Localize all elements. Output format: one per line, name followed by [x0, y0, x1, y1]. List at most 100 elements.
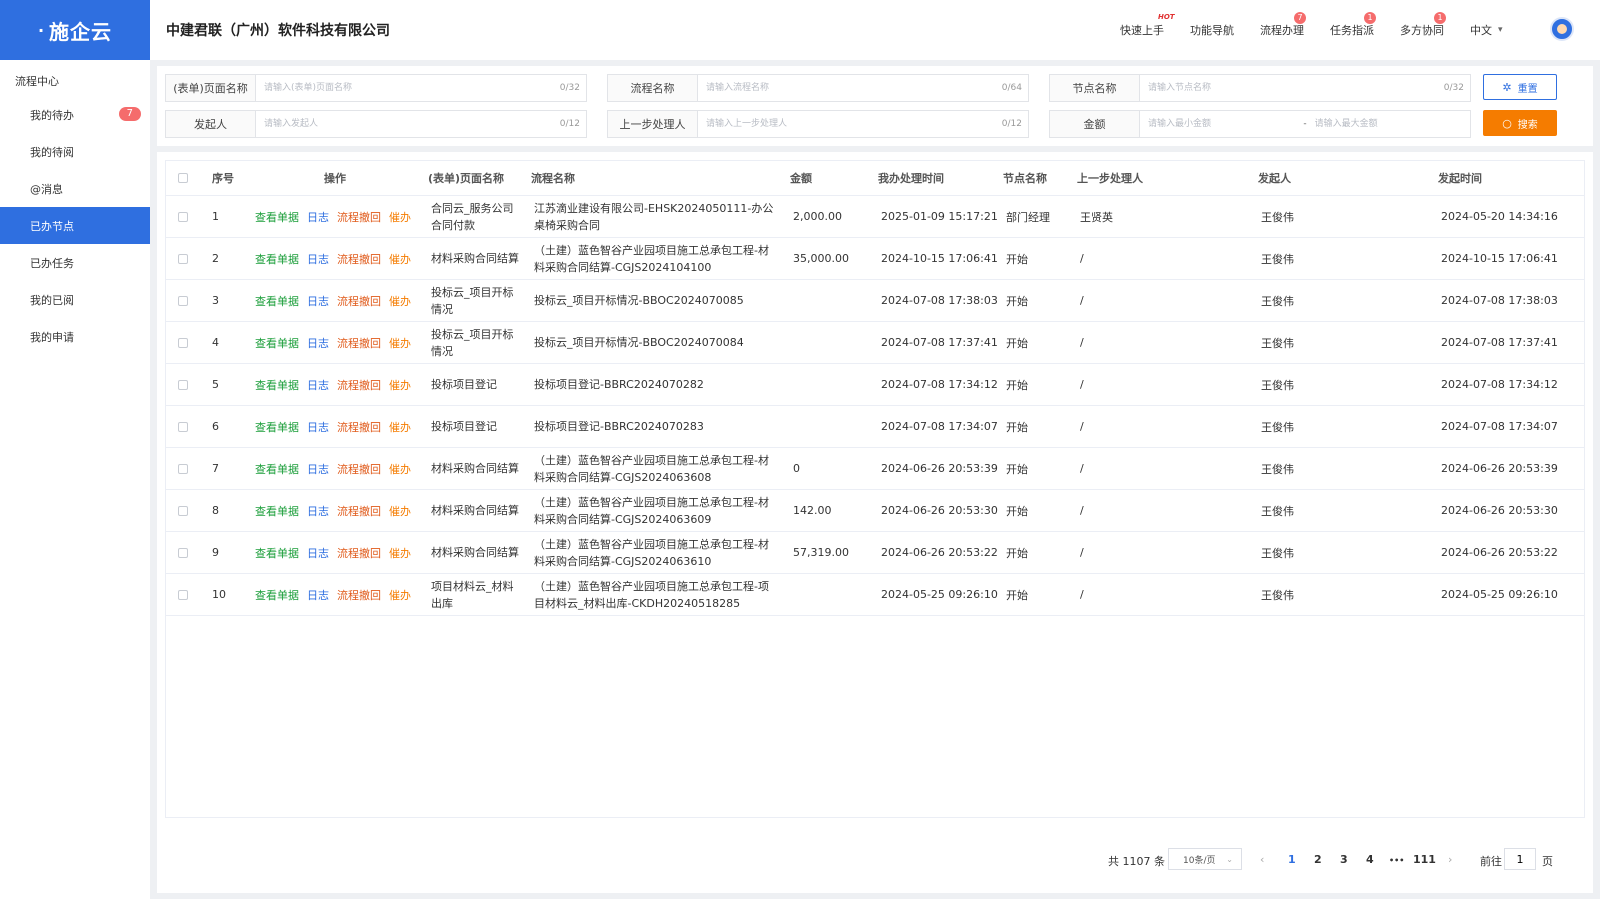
- sidebar-item-done-tasks[interactable]: 已办任务: [0, 244, 150, 281]
- form-name-input[interactable]: [256, 75, 560, 101]
- cell-node: 开始: [1006, 546, 1028, 560]
- cell-index: 1: [212, 210, 219, 223]
- revoke-flow-link[interactable]: 流程撤回: [337, 335, 381, 351]
- amount-min-input[interactable]: [1140, 111, 1304, 137]
- log-link[interactable]: 日志: [307, 503, 329, 519]
- row-checkbox[interactable]: [178, 379, 188, 390]
- urge-link[interactable]: 催办: [389, 251, 411, 267]
- logo[interactable]: · 施企云: [0, 0, 150, 60]
- node-name-count: 0/32: [1443, 83, 1464, 93]
- log-link[interactable]: 日志: [307, 377, 329, 393]
- cell-form: 材料采购合同结算: [431, 252, 519, 265]
- row-checkbox[interactable]: [178, 589, 188, 600]
- urge-link[interactable]: 催办: [389, 335, 411, 351]
- urge-link[interactable]: 催办: [389, 377, 411, 393]
- revoke-flow-link[interactable]: 流程撤回: [337, 251, 381, 267]
- view-document-link[interactable]: 查看单据: [255, 587, 299, 603]
- avatar[interactable]: [1550, 17, 1574, 41]
- language-select[interactable]: 中文 ▾: [1470, 0, 1503, 60]
- revoke-flow-link[interactable]: 流程撤回: [337, 587, 381, 603]
- view-document-link[interactable]: 查看单据: [255, 335, 299, 351]
- sidebar-item-my-applications[interactable]: 我的申请: [0, 318, 150, 355]
- sidebar-item-toread[interactable]: 我的待阅: [0, 133, 150, 170]
- log-link[interactable]: 日志: [307, 251, 329, 267]
- row-checkbox[interactable]: [178, 547, 188, 558]
- revoke-flow-link[interactable]: 流程撤回: [337, 503, 381, 519]
- page-2[interactable]: 2: [1314, 853, 1322, 866]
- view-document-link[interactable]: 查看单据: [255, 503, 299, 519]
- row-checkbox[interactable]: [178, 421, 188, 432]
- search-label: 搜索: [1517, 119, 1538, 131]
- table-row: 查看单据 日志 流程撤回 催办 8 材料采购合同结算 （土建）蓝色智谷产业园项目施工总承包工…: [166, 490, 1584, 532]
- row-checkbox[interactable]: [178, 253, 188, 264]
- urge-link[interactable]: 催办: [389, 293, 411, 309]
- nav-task-assign[interactable]: 任务指派 1: [1330, 0, 1376, 60]
- nav-collaboration[interactable]: 多方协同 1: [1400, 0, 1446, 60]
- row-checkbox[interactable]: [178, 337, 188, 348]
- sidebar-item-read[interactable]: 我的已阅: [0, 281, 150, 318]
- nav-function-guide[interactable]: 功能导航: [1190, 0, 1234, 60]
- nav-process[interactable]: 流程办理 7: [1260, 0, 1306, 60]
- log-link[interactable]: 日志: [307, 293, 329, 309]
- page-4[interactable]: 4: [1366, 853, 1374, 866]
- view-document-link[interactable]: 查看单据: [255, 377, 299, 393]
- page-ellipsis[interactable]: •••: [1389, 856, 1404, 865]
- row-checkbox[interactable]: [178, 463, 188, 474]
- urge-link[interactable]: 催办: [389, 545, 411, 561]
- log-link[interactable]: 日志: [307, 335, 329, 351]
- nav-quickstart[interactable]: 快速上手 HOT: [1120, 0, 1175, 60]
- col-form: (表单)页面名称: [428, 172, 505, 185]
- view-document-link[interactable]: 查看单据: [255, 209, 299, 225]
- revoke-flow-link[interactable]: 流程撤回: [337, 209, 381, 225]
- sidebar-item-messages[interactable]: @消息: [0, 170, 150, 207]
- page-size-select[interactable]: 10条/页 ⌄: [1168, 848, 1242, 870]
- revoke-flow-link[interactable]: 流程撤回: [337, 293, 381, 309]
- urge-link[interactable]: 催办: [389, 503, 411, 519]
- urge-link[interactable]: 催办: [389, 209, 411, 225]
- row-checkbox[interactable]: [178, 505, 188, 516]
- amount-max-input[interactable]: [1306, 111, 1470, 137]
- log-link[interactable]: 日志: [307, 461, 329, 477]
- initiator-input[interactable]: [256, 111, 560, 137]
- row-checkbox[interactable]: [178, 211, 188, 222]
- page-3[interactable]: 3: [1340, 853, 1348, 866]
- revoke-flow-link[interactable]: 流程撤回: [337, 461, 381, 477]
- view-document-link[interactable]: 查看单据: [255, 461, 299, 477]
- revoke-flow-link[interactable]: 流程撤回: [337, 419, 381, 435]
- view-document-link[interactable]: 查看单据: [255, 545, 299, 561]
- select-all-checkbox[interactable]: [178, 173, 188, 183]
- view-document-link[interactable]: 查看单据: [255, 419, 299, 435]
- flow-name-input[interactable]: [698, 75, 1002, 101]
- prev-page-icon[interactable]: ‹: [1260, 853, 1264, 866]
- nav-label: 多方协同: [1400, 24, 1444, 37]
- cell-flow: （土建）蓝色智谷产业园项目施工总承包工程-材料采购合同结算-CGJS202410…: [534, 243, 769, 274]
- log-link[interactable]: 日志: [307, 209, 329, 225]
- page-111[interactable]: 111: [1413, 853, 1436, 866]
- cell-index: 10: [212, 588, 226, 601]
- next-page-icon[interactable]: ›: [1448, 853, 1452, 866]
- log-link[interactable]: 日志: [307, 545, 329, 561]
- view-document-link[interactable]: 查看单据: [255, 251, 299, 267]
- row-actions: 查看单据 日志 流程撤回 催办: [255, 406, 419, 447]
- urge-link[interactable]: 催办: [389, 587, 411, 603]
- sidebar-item-todo[interactable]: 我的待办 7: [0, 96, 150, 133]
- node-name-input[interactable]: [1140, 75, 1444, 101]
- sidebar-item-done-nodes[interactable]: 已办节点: [0, 207, 150, 244]
- cell-start: 2024-07-08 17:34:07: [1441, 420, 1558, 433]
- revoke-flow-link[interactable]: 流程撤回: [337, 545, 381, 561]
- log-link[interactable]: 日志: [307, 419, 329, 435]
- search-button[interactable]: ○ 搜索: [1483, 110, 1557, 136]
- row-checkbox[interactable]: [178, 295, 188, 306]
- page-1[interactable]: 1: [1288, 853, 1296, 866]
- prev-handler-input[interactable]: [698, 111, 1002, 137]
- cell-node: 开始: [1006, 336, 1028, 350]
- goto-page-input[interactable]: [1504, 848, 1536, 870]
- cell-prev: /: [1080, 378, 1084, 391]
- done-nodes-table: 序号 操作 (表单)页面名称 流程名称 金额 我办处理时间 节点名称 上一步处理…: [165, 160, 1585, 818]
- reset-button[interactable]: ✲ 重置: [1483, 74, 1557, 100]
- urge-link[interactable]: 催办: [389, 419, 411, 435]
- urge-link[interactable]: 催办: [389, 461, 411, 477]
- log-link[interactable]: 日志: [307, 587, 329, 603]
- revoke-flow-link[interactable]: 流程撤回: [337, 377, 381, 393]
- view-document-link[interactable]: 查看单据: [255, 293, 299, 309]
